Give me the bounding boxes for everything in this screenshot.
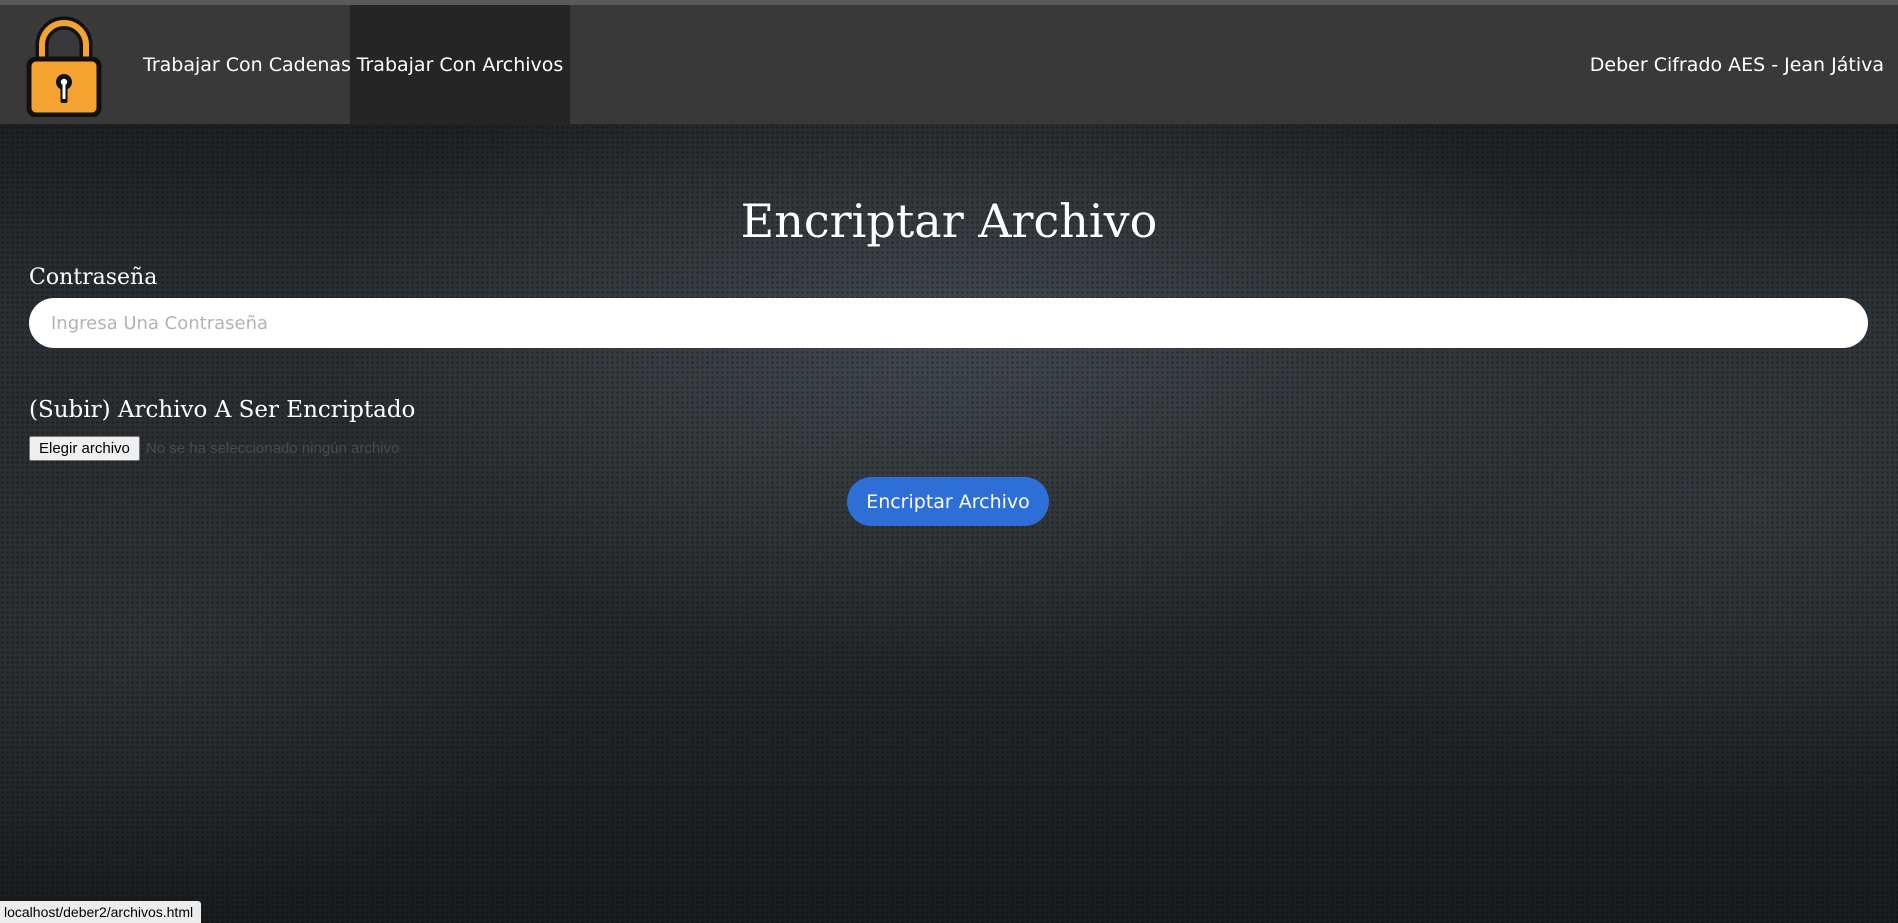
encrypt-file-button[interactable]: Encriptar Archivo xyxy=(847,477,1049,526)
nav-link-archivos[interactable]: Trabajar Con Archivos xyxy=(350,5,570,124)
status-bar-url: localhost/deber2/archivos.html xyxy=(0,901,202,923)
password-label: Contraseña xyxy=(29,265,158,290)
file-upload-label: (Subir) Archivo A Ser Encriptado xyxy=(29,397,416,423)
padlock-icon[interactable] xyxy=(26,15,102,117)
page-title: Encriptar Archivo xyxy=(740,194,1158,248)
nav-link-cadenas[interactable]: Trabajar Con Cadenas xyxy=(128,5,366,124)
navbar-author-text: Deber Cifrado AES - Jean Játiva xyxy=(1589,53,1884,76)
file-input[interactable]: Elegir archivo No se ha seleccionado nin… xyxy=(29,436,399,461)
choose-file-button[interactable]: Elegir archivo xyxy=(29,436,140,461)
top-navbar: Trabajar Con Cadenas Trabajar Con Archiv… xyxy=(0,0,1898,124)
file-status-text: No se ha seleccionado ningún archivo xyxy=(145,440,400,457)
password-input[interactable] xyxy=(29,298,1868,348)
